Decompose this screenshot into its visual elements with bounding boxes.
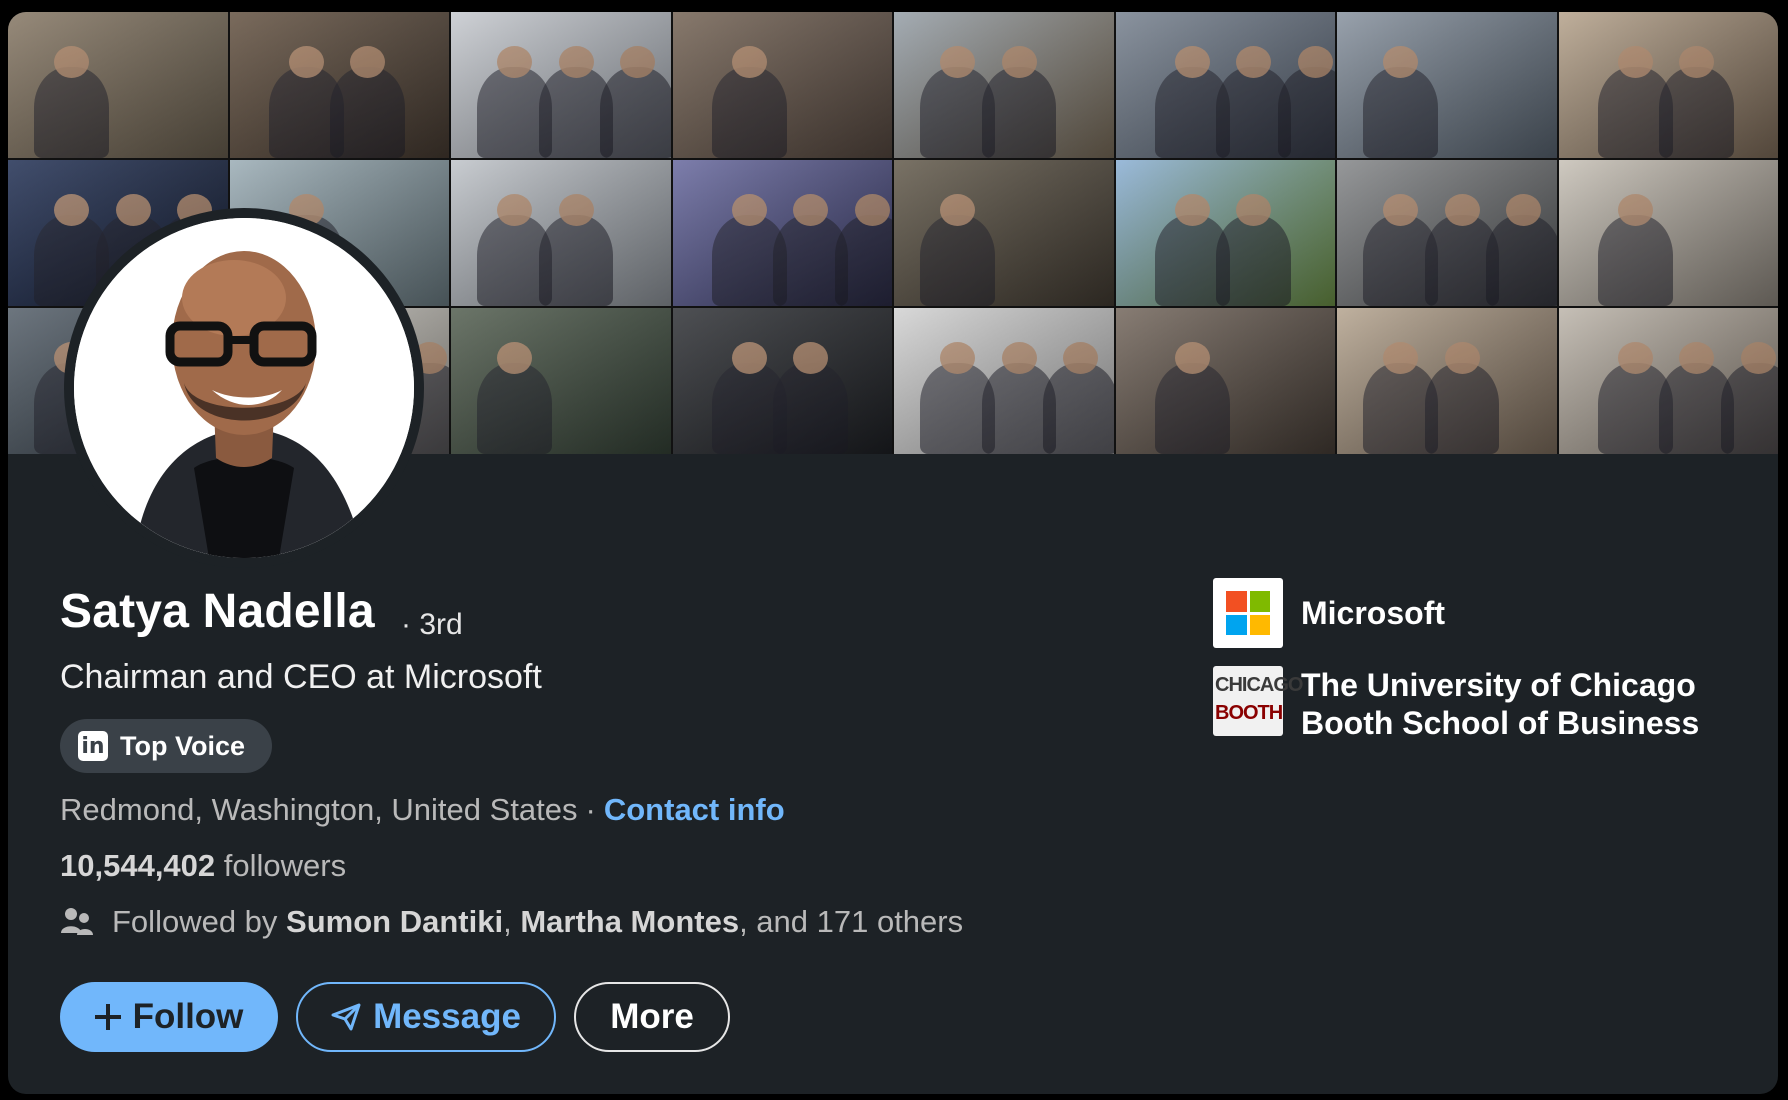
message-label: Message: [373, 997, 521, 1036]
top-voice-badge[interactable]: in Top Voice: [60, 719, 272, 773]
profile-avatar[interactable]: [74, 218, 414, 558]
school-name: The University of Chicago Booth School o…: [1301, 667, 1700, 741]
banner-photo-tile: [672, 160, 892, 306]
linkedin-icon: in: [78, 731, 108, 761]
avatar-portrait: [74, 218, 414, 558]
followed-by-prefix: Followed by: [112, 904, 278, 939]
banner-photo-tile: [894, 12, 1114, 158]
banner-photo-tile: [1337, 12, 1557, 158]
more-label: More: [610, 997, 694, 1036]
company-microsoft[interactable]: Microsoft: [1213, 578, 1445, 648]
banner-photo-tile: [1115, 160, 1335, 306]
profile-name: Satya Nadella: [60, 585, 375, 638]
banner-photo-tile: [672, 12, 892, 158]
followers-count: 10,544,402 followers: [60, 848, 346, 884]
followers-number: 10,544,402: [60, 848, 216, 883]
banner-photo-tile: [1558, 12, 1778, 158]
company-name: Microsoft: [1301, 595, 1445, 631]
banner-photo-tile: [1558, 160, 1778, 306]
message-button[interactable]: Message: [296, 982, 556, 1052]
banner-photo-tile: [1115, 12, 1335, 158]
banner-photo-tile: [1115, 308, 1335, 454]
profile-location-line: Redmond, Washington, United States · Conta…: [60, 792, 785, 828]
followed-by-suffix: , and 171 others: [739, 904, 964, 939]
profile-headline: Chairman and CEO at Microsoft: [60, 658, 542, 696]
window-frame: Satya Nadella · 3rd Chairman and CEO at …: [0, 0, 1788, 1100]
banner-photo-tile: [672, 308, 892, 454]
followed-by-comma: ,: [503, 904, 512, 939]
education-chicago-booth[interactable]: CHICAGO BOOTH The University of Chicago …: [1213, 666, 1721, 742]
banner-photo-tile: [1337, 160, 1557, 306]
banner-photo-tile: [451, 160, 671, 306]
banner-photo-tile: [1337, 308, 1557, 454]
mutual-followers[interactable]: Followed by Sumon Dantiki, Martha Montes…: [60, 904, 963, 940]
followed-by-name[interactable]: Sumon Dantiki: [286, 904, 503, 940]
followed-by-name[interactable]: Martha Montes: [520, 904, 739, 940]
banner-photo-tile: [894, 160, 1114, 306]
location-separator: ·: [585, 792, 596, 827]
profile-card: Satya Nadella · 3rd Chairman and CEO at …: [8, 12, 1778, 1094]
chicago-booth-logo: CHICAGO BOOTH: [1213, 666, 1303, 736]
people-icon: [60, 905, 94, 939]
badge-label: Top Voice: [120, 730, 246, 761]
followers-label: followers: [223, 848, 347, 883]
follow-button[interactable]: Follow: [60, 982, 278, 1052]
banner-photo-tile: [8, 12, 228, 158]
avatar-ring: [64, 208, 424, 568]
banner-photo-tile: [451, 308, 671, 454]
banner-photo-tile: [229, 12, 449, 158]
send-icon: [331, 1003, 361, 1031]
more-button[interactable]: More: [574, 982, 730, 1052]
banner-photo-tile: [1558, 308, 1778, 454]
follow-label: Follow: [132, 997, 244, 1036]
contact-info-link[interactable]: Contact info: [604, 792, 785, 827]
banner-photo-tile: [894, 308, 1114, 454]
location-text: Redmond, Washington, United States: [60, 792, 578, 827]
banner-photo-tile: [451, 12, 671, 158]
connection-degree: · 3rd: [401, 608, 463, 641]
microsoft-logo: [1213, 578, 1283, 648]
plus-icon: [94, 1004, 121, 1030]
